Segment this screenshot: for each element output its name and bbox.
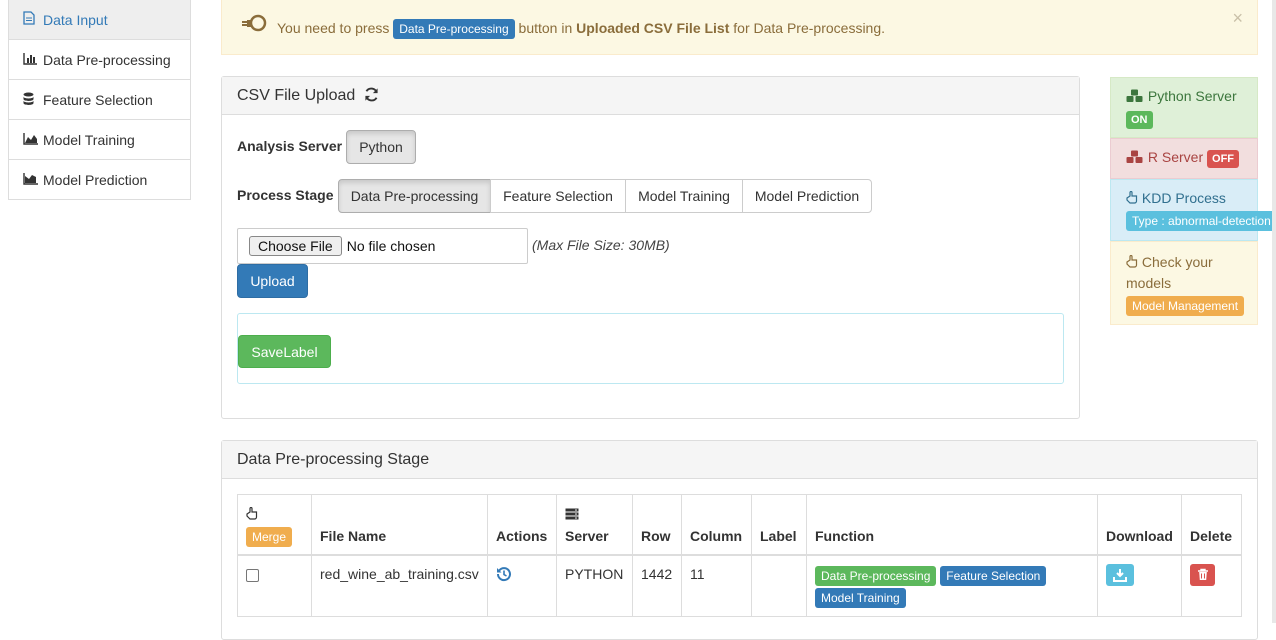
stage-model-prediction-button[interactable]: Model Prediction bbox=[742, 179, 872, 213]
r-server-label: R Server bbox=[1147, 149, 1204, 165]
panel-title: CSV File Upload bbox=[237, 87, 356, 104]
process-stage-label: Process Stage bbox=[237, 187, 334, 203]
sidebar-item-model-prediction[interactable]: Model Prediction bbox=[8, 159, 191, 200]
file-input[interactable]: Choose File No file chosen bbox=[237, 228, 528, 264]
file-table: Merge File Name Actions Server Row Colum… bbox=[237, 494, 1242, 617]
python-server-card: Python Server ON bbox=[1110, 77, 1258, 138]
python-server-button[interactable]: Python bbox=[346, 130, 416, 164]
table-row: red_wine_ab_training.csv PYTHON 1442 11 … bbox=[237, 554, 1242, 617]
sidebar-item-feature-selection[interactable]: Feature Selection bbox=[8, 79, 191, 120]
stage-feature-selection-button[interactable]: Feature Selection bbox=[490, 179, 626, 213]
delete-button[interactable] bbox=[1190, 563, 1215, 586]
python-server-label: Python Server bbox=[1147, 88, 1237, 104]
sidebar-item-data-input[interactable]: Data Input bbox=[8, 0, 191, 40]
save-label-button[interactable]: SaveLabel bbox=[238, 335, 331, 368]
column-header: Label bbox=[751, 494, 807, 556]
sidebar: Data Input Data Pre-processing Feature S… bbox=[8, 0, 191, 200]
stage-model-training-button[interactable]: Model Training bbox=[625, 179, 743, 213]
kdd-type-badge: Type : abnormal-detection bbox=[1126, 211, 1276, 231]
file-name-cell: red_wine_ab_training.csv bbox=[311, 554, 488, 617]
actions-cell bbox=[487, 554, 557, 617]
stage-panel-title: Data Pre-processing Stage bbox=[237, 451, 430, 468]
row-count-cell: 1442 bbox=[632, 554, 682, 617]
server-header: Server bbox=[556, 494, 633, 556]
area-chart-icon bbox=[23, 172, 39, 188]
kdd-process-card: KDD Process Type : abnormal-detection bbox=[1110, 179, 1276, 241]
file-icon bbox=[23, 11, 39, 28]
model-training-button[interactable]: Model Training bbox=[815, 587, 906, 608]
cubes-icon bbox=[1126, 150, 1144, 167]
hand-pointer-icon bbox=[1126, 190, 1138, 207]
hand-pointer-icon bbox=[246, 506, 303, 523]
choose-file-button[interactable]: Choose File bbox=[249, 236, 342, 256]
sidebar-item-model-training[interactable]: Model Training bbox=[8, 119, 191, 160]
label-cell bbox=[751, 554, 807, 617]
check-models-line1: Check your bbox=[1141, 254, 1213, 270]
alert-badge: Data Pre-processing bbox=[393, 19, 515, 39]
sidebar-item-data-preprocessing[interactable]: Data Pre-processing bbox=[8, 39, 191, 80]
cubes-icon bbox=[1126, 89, 1144, 106]
sidebar-item-label: Data Pre-processing bbox=[43, 51, 171, 68]
column-header: Actions bbox=[487, 494, 557, 556]
max-file-size-note: (Max File Size: 30MB) bbox=[532, 237, 670, 253]
column-header: Delete bbox=[1181, 494, 1242, 556]
row-checkbox-cell bbox=[237, 554, 312, 617]
upload-button[interactable]: Upload bbox=[237, 264, 308, 298]
model-management-button[interactable]: Model Management bbox=[1126, 296, 1245, 316]
download-icon bbox=[1113, 568, 1127, 582]
check-models-card: Check your models Model Management bbox=[1110, 241, 1258, 325]
refresh-icon[interactable] bbox=[364, 87, 379, 107]
sidebar-item-label: Data Input bbox=[43, 11, 108, 28]
column-header: Download bbox=[1097, 494, 1182, 556]
bar-chart-icon bbox=[23, 52, 39, 68]
feature-selection-button[interactable]: Feature Selection bbox=[940, 565, 1047, 586]
column-header: File Name bbox=[311, 494, 488, 556]
stage-data-preprocessing-button[interactable]: Data Pre-processing bbox=[338, 179, 491, 213]
database-icon bbox=[23, 92, 39, 108]
process-stage-group: Data Pre-processing Feature Selection Mo… bbox=[338, 179, 872, 213]
area-chart-icon bbox=[23, 132, 39, 148]
hand-pointer-icon bbox=[1126, 253, 1138, 273]
lightbulb-icon bbox=[242, 14, 268, 37]
panel-heading: Data Pre-processing Stage bbox=[222, 441, 1257, 479]
data-preprocessing-button[interactable]: Data Pre-processing bbox=[815, 565, 937, 586]
kdd-process-label: KDD Process bbox=[1141, 190, 1226, 206]
row-checkbox[interactable] bbox=[246, 568, 259, 582]
sidebar-item-label: Model Training bbox=[43, 131, 135, 148]
server-icon bbox=[565, 507, 624, 523]
r-server-status-badge: OFF bbox=[1207, 150, 1240, 168]
alert-message: You need to press Data Pre-processing bu… bbox=[277, 19, 885, 39]
column-header: Row bbox=[632, 494, 682, 556]
panel-heading: CSV File Upload bbox=[222, 77, 1079, 115]
delete-cell bbox=[1181, 554, 1242, 617]
sidebar-item-label: Feature Selection bbox=[43, 91, 153, 108]
file-status: No file chosen bbox=[346, 238, 436, 254]
check-models-line2: models bbox=[1126, 275, 1172, 291]
sidebar-item-label: Model Prediction bbox=[43, 171, 148, 188]
column-header: Column bbox=[681, 494, 752, 556]
merge-header: Merge bbox=[237, 494, 312, 556]
r-server-card: R Server OFF bbox=[1110, 138, 1258, 179]
analysis-server-label: Analysis Server bbox=[237, 138, 343, 154]
download-button[interactable] bbox=[1106, 563, 1134, 586]
column-count-cell: 11 bbox=[681, 554, 752, 617]
python-server-status-badge: ON bbox=[1126, 111, 1153, 129]
trash-icon bbox=[1197, 568, 1209, 581]
function-cell: Data Pre-processing Feature Selection Mo… bbox=[806, 554, 1098, 617]
info-alert: You need to press Data Pre-processing bu… bbox=[221, 0, 1258, 55]
download-cell bbox=[1097, 554, 1182, 617]
close-icon[interactable]: × bbox=[1232, 8, 1243, 29]
table-header-row: Merge File Name Actions Server Row Colum… bbox=[237, 494, 1242, 556]
label-box bbox=[237, 313, 1064, 384]
history-icon[interactable] bbox=[496, 566, 512, 585]
scrollbar[interactable] bbox=[1272, 0, 1276, 623]
server-cell: PYTHON bbox=[556, 554, 633, 617]
merge-button[interactable]: Merge bbox=[246, 526, 293, 547]
column-header: Function bbox=[806, 494, 1098, 556]
